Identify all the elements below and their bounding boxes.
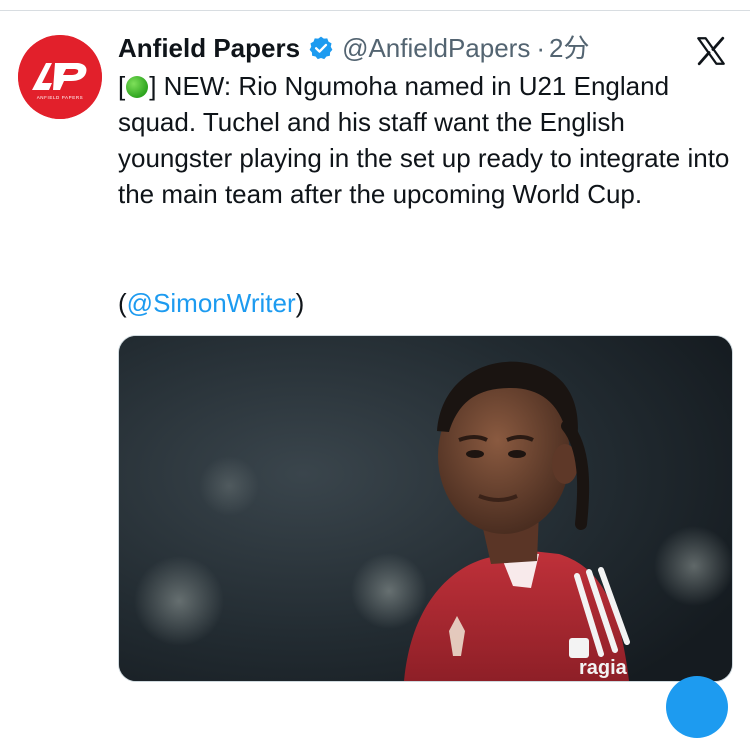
player-photo: ragia <box>119 336 732 681</box>
tweet-image[interactable]: ragia <box>118 335 733 682</box>
green-circle-emoji <box>126 76 149 98</box>
tweet-text: [] NEW: Rio Ngumoha named in U21 England… <box>118 68 738 212</box>
sponsor-text: ragia <box>579 657 628 679</box>
author-handle[interactable]: @AnfieldPapers <box>342 31 530 65</box>
credit-close-paren: ) <box>295 288 305 318</box>
source-credit: (@SimonWriter) <box>118 285 304 321</box>
author-name[interactable]: Anfield Papers <box>118 31 300 65</box>
mention-link[interactable]: @SimonWriter <box>127 288 296 318</box>
avatar[interactable]: ANFIELD PAPERS <box>18 35 102 119</box>
verified-badge-icon <box>308 35 334 61</box>
tweet-header: Anfield Papers @AnfieldPapers · 2分 <box>118 31 698 65</box>
x-logo-icon[interactable] <box>694 34 728 68</box>
credit-open-paren: ( <box>118 288 127 318</box>
separator-dot: · <box>536 33 546 63</box>
tweet-timestamp[interactable]: 2分 <box>549 31 589 65</box>
anfield-papers-logo-icon: ANFIELD PAPERS <box>18 35 102 119</box>
text-prefix: [ <box>118 71 126 101</box>
svg-text:ANFIELD PAPERS: ANFIELD PAPERS <box>37 95 84 100</box>
tweet-body: ] NEW: Rio Ngumoha named in U21 England … <box>118 71 730 209</box>
top-divider <box>0 0 750 11</box>
compose-button[interactable] <box>666 676 728 738</box>
